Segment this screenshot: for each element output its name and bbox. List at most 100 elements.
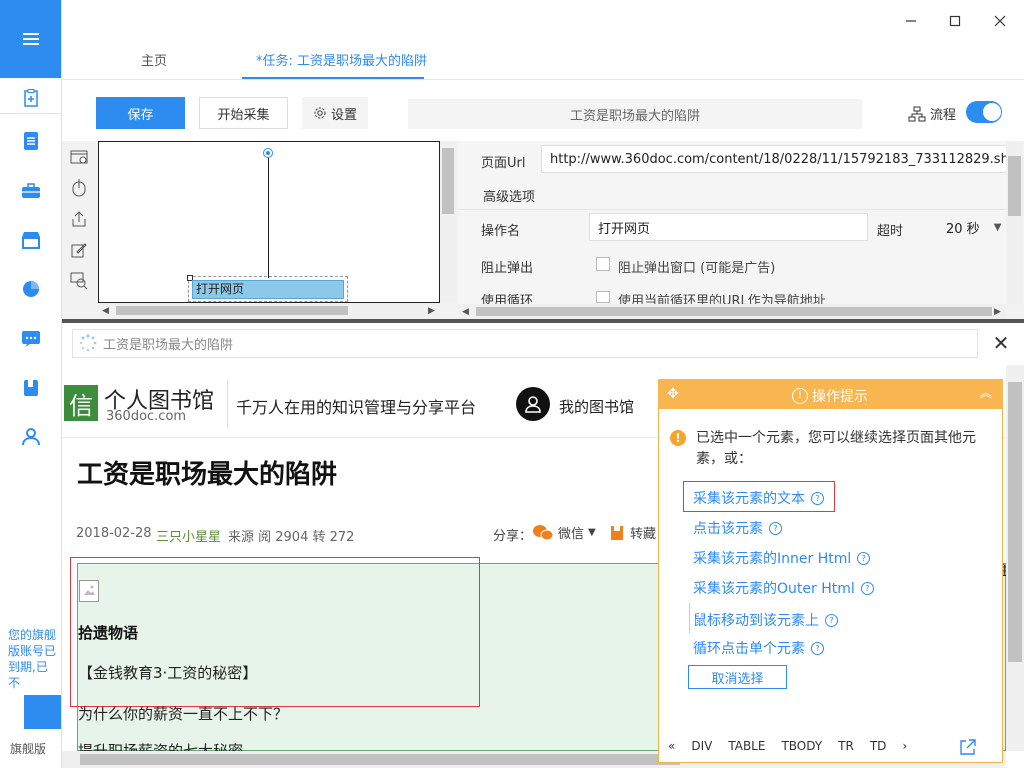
path-item[interactable]: TD xyxy=(870,739,887,753)
sidebar-divider xyxy=(0,113,61,114)
site-slogan: 千万人在用的知识管理与分享平台 xyxy=(236,398,477,417)
cancel-selection-button[interactable]: 取消选择 xyxy=(688,665,787,689)
props-horizontal-thumb[interactable] xyxy=(476,307,992,316)
collect-text-link[interactable]: 采集该元素的文本? xyxy=(693,488,824,508)
timeout-select[interactable]: 20 秒 ▼ xyxy=(938,213,1006,241)
store-icon[interactable] xyxy=(18,227,44,253)
flowchart-icon xyxy=(908,106,926,121)
content-quote[interactable]: 【金钱教育3·工资的秘密】 xyxy=(78,662,257,683)
hover-element-label: 鼠标移动到该元素上 xyxy=(693,613,819,629)
article-title[interactable]: 工资是职场最大的陷阱 xyxy=(77,454,337,491)
save-to-library-button[interactable]: 转藏 xyxy=(610,523,656,542)
advanced-options[interactable]: 高级选项 xyxy=(483,186,535,205)
block-popup-checkbox[interactable] xyxy=(596,257,610,271)
collect-inner-html-link[interactable]: 采集该元素的Inner Html? xyxy=(693,548,871,568)
wechat-label: 微信 xyxy=(558,527,585,542)
use-loop-checkbox[interactable] xyxy=(596,291,610,303)
external-link-icon[interactable] xyxy=(959,738,977,756)
book-icon[interactable] xyxy=(18,375,44,401)
account-expired-note[interactable]: 您的旗舰版账号已到期,已不 xyxy=(8,627,56,691)
path-forward-icon[interactable]: › xyxy=(902,739,907,753)
scroll-right-icon[interactable]: ▶ xyxy=(428,306,435,316)
upgrade-button[interactable] xyxy=(24,695,61,729)
minimize-icon[interactable] xyxy=(898,8,924,34)
save-icon xyxy=(611,525,623,540)
add-step-icon[interactable] xyxy=(69,147,89,167)
start-collect-button[interactable]: 开始采集 xyxy=(199,97,288,129)
inspect-icon[interactable] xyxy=(69,271,89,291)
flow-node-open-page[interactable]: 打开网页 xyxy=(192,280,344,299)
my-library-link[interactable]: 我的图书馆 xyxy=(559,396,634,417)
toolbox-icon[interactable] xyxy=(18,178,44,204)
loop-click-label: 循环点击单个元素 xyxy=(693,641,805,657)
task-title-field[interactable]: 工资是职场最大的陷阱 xyxy=(408,99,862,129)
collapse-icon[interactable]: ︽ xyxy=(980,384,992,401)
edit-icon[interactable] xyxy=(69,240,89,260)
user-icon[interactable] xyxy=(18,424,44,450)
site-logo-icon[interactable]: 信 xyxy=(64,385,98,421)
wechat-icon xyxy=(533,524,554,540)
op-name-field[interactable]: 打开网页 xyxy=(589,213,868,241)
path-item[interactable]: TBODY xyxy=(781,739,822,753)
add-task-icon[interactable] xyxy=(18,85,44,111)
chevron-down-icon: ▼ xyxy=(588,527,596,538)
props-scroll-left-icon[interactable]: ◀ xyxy=(462,307,469,317)
maximize-icon[interactable] xyxy=(942,8,968,34)
wechat-share-button[interactable]: 微信 ▼ xyxy=(532,523,596,542)
help-icon[interactable]: ? xyxy=(811,491,824,505)
canvas-vertical-thumb[interactable] xyxy=(442,148,454,214)
block-popup-text: 阻止弹出窗口 (可能是广告) xyxy=(618,261,776,276)
flow-label: 流程 xyxy=(908,104,956,123)
document-icon[interactable] xyxy=(18,128,44,154)
collect-outer-html-link[interactable]: 采集该元素的Outer Html? xyxy=(693,578,874,598)
flow-start-icon[interactable] xyxy=(263,148,273,158)
move-icon[interactable]: ✥ xyxy=(664,385,682,403)
help-icon[interactable]: ? xyxy=(825,613,838,627)
mouse-icon[interactable] xyxy=(69,178,89,198)
block-popup-label: 阻止弹出 xyxy=(481,261,534,276)
path-item[interactable]: DIV xyxy=(691,739,712,753)
click-element-label: 点击该元素 xyxy=(693,521,763,537)
help-icon[interactable]: ? xyxy=(857,551,871,565)
path-back-icon[interactable]: « xyxy=(668,739,675,753)
click-element-link[interactable]: 点击该元素? xyxy=(693,518,782,538)
content-question[interactable]: 为什么你的薪资一直不上不下？ xyxy=(78,703,288,724)
path-item[interactable]: TABLE xyxy=(728,739,765,753)
export-icon[interactable] xyxy=(69,209,89,229)
loop-click-link[interactable]: 循环点击单个元素? xyxy=(693,638,824,658)
help-icon[interactable]: ? xyxy=(860,581,874,595)
tab-home[interactable]: 主页 xyxy=(141,50,167,69)
menu-button[interactable] xyxy=(0,0,61,78)
version-label: 旗舰版 xyxy=(10,742,47,756)
settings-button[interactable]: 设置 xyxy=(302,97,368,129)
image-placeholder-icon[interactable] xyxy=(79,580,99,602)
tabbar-divider xyxy=(62,79,1024,80)
timeout-label: 超时 xyxy=(877,224,904,239)
tab-task[interactable]: *任务: 工资是职场最大的陷阱 xyxy=(256,50,427,69)
web-vertical-thumb[interactable] xyxy=(1008,382,1022,662)
save-label: 转藏 xyxy=(630,527,657,542)
props-vertical-thumb[interactable] xyxy=(1008,156,1021,216)
hover-element-link[interactable]: 鼠标移动到该元素上? xyxy=(693,610,838,630)
close-browser-icon[interactable]: ✕ xyxy=(990,331,1012,355)
message-icon[interactable] xyxy=(18,326,44,352)
header-separator xyxy=(227,380,228,428)
url-field[interactable]: http://www.360doc.com/content/18/0228/11… xyxy=(541,145,1007,173)
close-icon[interactable] xyxy=(987,8,1013,34)
browser-address-bar[interactable]: 工资是职场最大的陷阱 xyxy=(72,329,978,358)
path-item[interactable]: TR xyxy=(838,739,854,753)
props-scroll-right-icon[interactable]: ▶ xyxy=(994,307,1001,317)
help-icon[interactable]: ? xyxy=(811,641,824,655)
help-icon[interactable]: ? xyxy=(769,521,782,535)
scroll-left-icon[interactable]: ◀ xyxy=(102,306,109,316)
web-horizontal-thumb[interactable] xyxy=(80,754,680,765)
popup-divider xyxy=(689,603,690,633)
article-author[interactable]: 三只小星星 xyxy=(156,526,221,545)
user-icon[interactable] xyxy=(516,387,550,421)
element-path-bar: « DIV TABLE TBODY TR TD › xyxy=(668,739,907,753)
content-heading[interactable]: 拾遗物语 xyxy=(78,622,138,643)
save-button[interactable]: 保存 xyxy=(96,97,185,129)
canvas-horizontal-thumb[interactable] xyxy=(116,306,348,315)
settings-label: 设置 xyxy=(330,107,357,123)
pie-chart-icon[interactable] xyxy=(18,276,44,302)
